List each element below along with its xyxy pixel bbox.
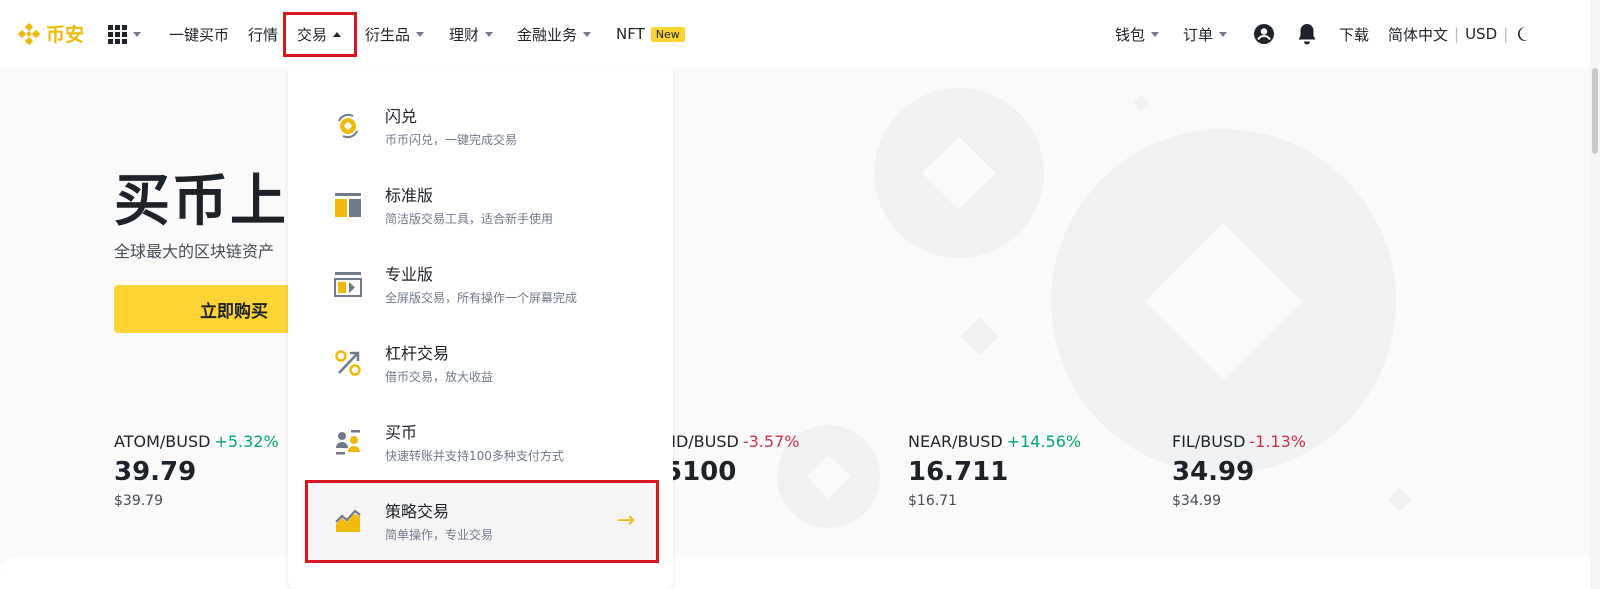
- ticker-pair: ND/BUSD: [664, 432, 739, 451]
- nav-item-earn[interactable]: 理财: [449, 22, 494, 46]
- highlight-box-strategy: [305, 480, 659, 563]
- bottom-section: [0, 557, 1600, 589]
- ticker-card[interactable]: NEAR/BUSD +14.56% 16.711 $16.71: [908, 432, 1081, 509]
- scrollbar-thumb[interactable]: [1592, 68, 1598, 154]
- chevron-down-icon: [1151, 31, 1160, 37]
- dropdown-item-p2p[interactable]: 买币 快速转账并支持100多种支付方式: [304, 402, 657, 481]
- nav-orders-label: 订单: [1183, 25, 1214, 44]
- dropdown-item-convert[interactable]: 闪兑 币币闪兑，一键完成交易: [304, 86, 657, 165]
- binance-logo[interactable]: 币安: [16, 20, 84, 47]
- logo-text: 币安: [46, 24, 85, 46]
- ticker-pair: FIL/BUSD: [1172, 432, 1246, 451]
- nav-item-finance-label: 金融业务: [517, 25, 578, 44]
- binance-logo-icon: [17, 22, 41, 45]
- divider: |: [1454, 25, 1460, 43]
- highlight-box-trade: [283, 12, 357, 57]
- dropdown-item-advanced[interactable]: 专业版 全屏版交易，所有操作一个屏幕完成: [304, 244, 657, 323]
- ticker-usd-price: 1: [664, 493, 799, 509]
- nav-wallet-menu[interactable]: 钱包: [1115, 22, 1160, 46]
- decoration-diamond: [1387, 487, 1412, 512]
- ticker-usd-price: $39.79: [114, 493, 163, 509]
- convert-icon: [328, 106, 368, 146]
- decoration-diamond: [960, 317, 999, 356]
- dropdown-item-desc: 全屏版交易，所有操作一个屏幕完成: [385, 291, 578, 305]
- margin-icon: [328, 343, 368, 383]
- currency-selector[interactable]: USD: [1465, 25, 1497, 43]
- user-icon: [1254, 24, 1274, 44]
- dropdown-item-desc: 币币闪兑，一键完成交易: [385, 133, 518, 147]
- dropdown-item-title: 闪兑: [385, 107, 418, 126]
- ticker-usd-price: $16.71: [908, 493, 957, 509]
- nav-wallet-label: 钱包: [1115, 25, 1146, 44]
- nav-item-nft[interactable]: NFT New: [616, 22, 685, 46]
- pro-layout-icon: [328, 264, 368, 304]
- classic-layout-icon: [328, 185, 368, 225]
- chevron-down-icon: [416, 31, 425, 37]
- apps-menu[interactable]: [108, 22, 141, 46]
- nav-item-derivatives[interactable]: 衍生品: [365, 22, 425, 46]
- divider: |: [1503, 25, 1509, 43]
- dropdown-item-desc: 借币交易，放大收益: [385, 370, 494, 384]
- decoration-diamond: [1132, 94, 1150, 112]
- dropdown-item-margin[interactable]: 杠杆交易 借币交易，放大收益: [304, 323, 657, 402]
- ticker-pair: ATOM/BUSD: [114, 432, 211, 451]
- ticker-pair: NEAR/BUSD: [908, 432, 1003, 451]
- hero-subtitle: 全球最大的区块链资产: [114, 242, 275, 261]
- nav-orders-menu[interactable]: 订单: [1183, 22, 1228, 46]
- ticker-change: -3.57%: [742, 432, 800, 451]
- apps-grid-icon: [108, 24, 127, 44]
- decoration-circle: [874, 88, 1044, 258]
- notifications-button[interactable]: [1297, 22, 1317, 46]
- ticker-change: -1.13%: [1249, 432, 1306, 451]
- nav-item-earn-label: 理财: [449, 25, 480, 44]
- chevron-down-icon: [1219, 31, 1228, 37]
- nav-item-nft-label: NFT: [616, 25, 645, 43]
- chevron-down-icon: [133, 31, 141, 37]
- ticker-price: 16.711: [908, 457, 1009, 487]
- language-selector[interactable]: 简体中文: [1388, 24, 1448, 45]
- user-account-button[interactable]: [1253, 22, 1275, 46]
- ticker-price: 5100: [664, 457, 737, 487]
- dropdown-item-title: 标准版: [385, 186, 434, 205]
- dropdown-item-title: 杠杆交易: [385, 344, 450, 363]
- ticker-card[interactable]: ATOM/BUSD +5.32% 39.79 $39.79: [114, 432, 279, 509]
- nav-item-buy-crypto[interactable]: 一键买币: [169, 22, 229, 46]
- p2p-icon: [328, 422, 368, 462]
- bell-icon: [1298, 24, 1316, 45]
- chevron-down-icon: [485, 31, 494, 37]
- ticker-card[interactable]: FIL/BUSD -1.13% 34.99 $34.99: [1172, 432, 1306, 509]
- ticker-change: +5.32%: [214, 432, 279, 451]
- nav-item-derivatives-label: 衍生品: [365, 25, 411, 44]
- dropdown-item-desc: 快速转账并支持100多种支付方式: [385, 449, 564, 463]
- ticker-usd-price: $34.99: [1172, 493, 1221, 509]
- dropdown-item-title: 买币: [385, 423, 418, 442]
- ticker-price: 39.79: [114, 457, 197, 487]
- page-scrollbar[interactable]: [1590, 0, 1600, 589]
- ticker-change: +14.56%: [1006, 432, 1082, 451]
- nav-download[interactable]: 下载: [1339, 22, 1369, 46]
- chevron-down-icon: [583, 31, 592, 37]
- dropdown-item-classic[interactable]: 标准版 简洁版交易工具，适合新手使用: [304, 165, 657, 244]
- ticker-card[interactable]: ND/BUSD-3.57% 5100 1: [664, 432, 799, 509]
- theme-toggle[interactable]: [1517, 22, 1533, 46]
- dropdown-item-title: 专业版: [385, 265, 434, 284]
- moon-icon: [1518, 27, 1528, 42]
- dropdown-item-desc: 简洁版交易工具，适合新手使用: [385, 212, 554, 226]
- nav-item-markets[interactable]: 行情: [248, 22, 278, 46]
- nav-language-currency[interactable]: 简体中文 | USD |: [1388, 22, 1514, 46]
- top-navbar: 币安 一键买币 行情 交易 衍生品 理财 金融业务 NFT New 钱包 订单: [0, 0, 1600, 68]
- decoration-circle: [1051, 129, 1396, 474]
- new-badge: New: [650, 26, 685, 42]
- ticker-price: 34.99: [1172, 457, 1255, 487]
- nav-item-finance[interactable]: 金融业务: [517, 22, 592, 46]
